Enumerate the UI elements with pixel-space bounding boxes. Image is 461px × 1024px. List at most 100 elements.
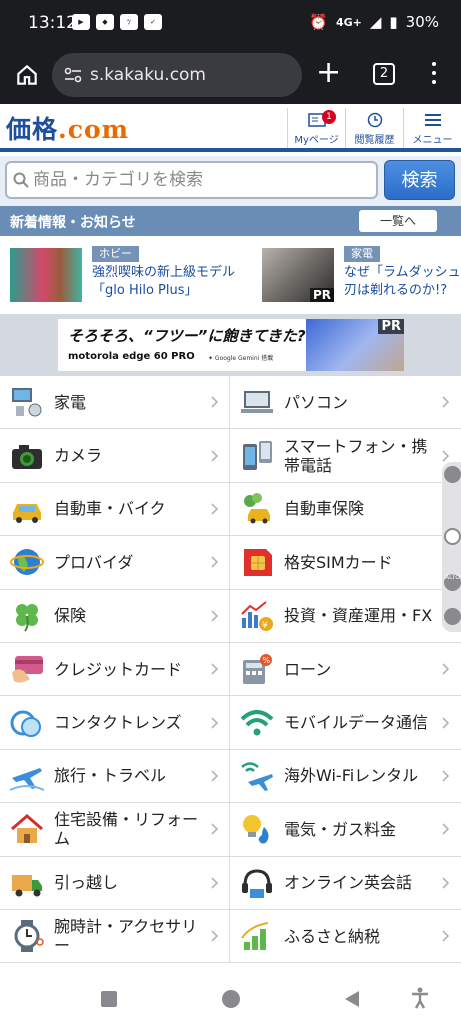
investment-chart-icon: ¥ <box>241 600 273 631</box>
camera-icon <box>12 444 42 469</box>
category-item[interactable]: オンライン英会話 <box>230 857 460 909</box>
category-item[interactable]: ふるさと納税 <box>230 910 460 962</box>
category-item[interactable]: 保険 <box>0 589 230 642</box>
status-right: ⏰ 4G+ ◢ ▮ 30% <box>309 13 439 31</box>
category-item[interactable]: プロバイダ <box>0 536 230 589</box>
news-item[interactable]: PR 家電 なぜ「ラムダッシュ 刃は剃れるのか!? <box>262 246 461 304</box>
chevron-right-icon <box>211 930 219 942</box>
search-button[interactable]: 検索 <box>384 160 455 200</box>
nav-menu[interactable]: メニュー <box>403 108 461 148</box>
category-item[interactable]: モバイルデータ通信 <box>230 696 460 748</box>
chevron-right-icon <box>442 450 450 462</box>
app-notification-icon: ◆ <box>96 14 114 30</box>
news-item[interactable]: ホビー 強烈喫味の新上級モデル 「glo Hilo Plus」 <box>10 246 250 304</box>
category-item[interactable]: 格安SIMカード <box>230 536 460 588</box>
category-item[interactable]: カメラ <box>0 429 230 482</box>
category-grid: 家電 パソコン カメラ スマートフォン・携帯電話自動車・バイク 自動車保険プロバイダ 格安… <box>0 376 461 964</box>
category-item[interactable]: 家電 <box>0 376 230 429</box>
category-label: モバイルデータ通信 <box>284 713 429 733</box>
news-more-button[interactable]: 一覧へ <box>359 210 437 232</box>
category-row: 自動車・バイク 自動車保険 <box>0 482 461 537</box>
news-text-line1: 強烈喫味の新上級モデル <box>92 265 236 280</box>
search-icon <box>13 172 29 188</box>
site-header: 価格.com 1 Myページ 閲覧履歴 メニュー <box>0 104 461 152</box>
category-label: 住宅設備・リフォーム <box>54 810 199 849</box>
category-item[interactable]: 旅行・トラベル <box>0 749 230 803</box>
category-label: 自動車保険 <box>284 499 365 519</box>
battery-level: 30% <box>405 13 439 31</box>
floating-side-widget[interactable]: ALTO <box>442 462 461 632</box>
logo-main-text: 価格 <box>6 115 59 144</box>
category-item[interactable]: 海外Wi-Fiレンタル <box>230 750 460 802</box>
kakaku-logo[interactable]: 価格.com <box>6 110 129 146</box>
more-menu-icon[interactable] <box>432 62 436 86</box>
ad-banner[interactable]: そろそろ、“フツー”に飽きてきた? motorola edge 60 PRO ✦… <box>58 319 404 371</box>
side-widget-handle-icon[interactable] <box>444 466 461 483</box>
drugstore-app-icon: ﾂ <box>120 14 138 30</box>
side-widget-gear-icon[interactable] <box>444 608 461 625</box>
chevron-right-icon <box>211 556 219 568</box>
calculator-icon: % <box>243 654 272 685</box>
news-tag: 家電 <box>344 246 380 262</box>
chevron-right-icon <box>442 770 450 782</box>
category-item[interactable]: 自動車・バイク <box>0 482 230 536</box>
category-row: コンタクトレンズ モバイルデータ通信 <box>0 696 461 750</box>
nav-mypage[interactable]: 1 Myページ <box>287 108 345 148</box>
home-button-icon[interactable] <box>221 989 241 1009</box>
chevron-right-icon <box>442 877 450 889</box>
category-row: カメラ スマートフォン・携帯電話 <box>0 429 461 483</box>
wifi-icon <box>240 709 274 736</box>
sim-card-icon <box>244 549 272 577</box>
category-label: 海外Wi-Fiレンタル <box>284 766 419 786</box>
back-icon[interactable] <box>343 990 361 1008</box>
side-widget-text: ALTO <box>444 574 460 581</box>
side-widget-slider-icon[interactable] <box>444 528 461 545</box>
chevron-right-icon <box>442 716 450 729</box>
nav-history[interactable]: 閲覧履歴 <box>345 108 403 148</box>
category-item[interactable]: パソコン <box>230 376 460 428</box>
category-item[interactable]: クレジットカード <box>0 642 230 696</box>
pr-label: PR <box>309 288 334 302</box>
news-tag: ホビー <box>92 246 139 262</box>
category-label: オンライン英会話 <box>284 873 413 893</box>
category-label: ローン <box>284 659 332 679</box>
category-label: コンタクトレンズ <box>54 713 182 733</box>
logo-dot: . <box>58 115 68 144</box>
airplane-icon <box>10 767 44 791</box>
site-settings-icon[interactable] <box>64 66 82 84</box>
address-bar[interactable]: s.kakaku.com <box>52 53 302 97</box>
category-row: プロバイダ 格安SIMカード <box>0 536 461 590</box>
category-label: 投資・資産運用・FX <box>284 606 433 626</box>
category-item[interactable]: 電気・ガス料金 <box>230 803 460 855</box>
category-item[interactable]: % ローン <box>230 643 460 695</box>
tab-switcher-button[interactable]: 2 <box>373 63 395 85</box>
category-item[interactable]: 引っ越し <box>0 856 230 909</box>
category-item[interactable]: コンタクトレンズ <box>0 696 230 749</box>
chevron-right-icon <box>211 770 219 782</box>
accessibility-icon[interactable] <box>410 987 430 1009</box>
watch-icon <box>14 920 44 953</box>
chevron-right-icon <box>442 823 450 835</box>
credit-card-icon <box>12 656 43 683</box>
chevron-right-icon <box>211 823 219 835</box>
new-tab-icon[interactable]: + <box>316 58 341 88</box>
notification-badge: 1 <box>322 110 336 124</box>
home-icon[interactable] <box>14 62 40 88</box>
chevron-right-icon <box>211 450 219 462</box>
category-item[interactable]: 住宅設備・リフォーム <box>0 803 230 856</box>
category-row: 住宅設備・リフォーム 電気・ガス料金 <box>0 803 461 857</box>
category-item[interactable]: スマートフォン・携帯電話 <box>230 429 460 481</box>
news-text-line2: 「glo Hilo Plus」 <box>92 283 198 298</box>
category-item[interactable]: 腕時計・アクセサリー <box>0 909 230 963</box>
category-label: 引っ越し <box>54 873 119 893</box>
recents-icon[interactable] <box>101 991 117 1007</box>
category-row: クレジットカード% ローン <box>0 642 461 697</box>
category-item[interactable]: 自動車保険 <box>230 483 460 535</box>
search-input[interactable]: 商品・カテゴリを検索 <box>5 161 378 199</box>
category-item[interactable]: ¥ 投資・資産運用・FX <box>230 590 460 642</box>
chevron-right-icon <box>442 396 450 408</box>
category-label: 自動車・バイク <box>54 499 166 519</box>
news-header: 新着情報・お知らせ 一覧へ <box>0 206 461 236</box>
side-widget-alto-badge[interactable]: ALTO <box>444 574 461 591</box>
house-icon <box>11 814 43 844</box>
